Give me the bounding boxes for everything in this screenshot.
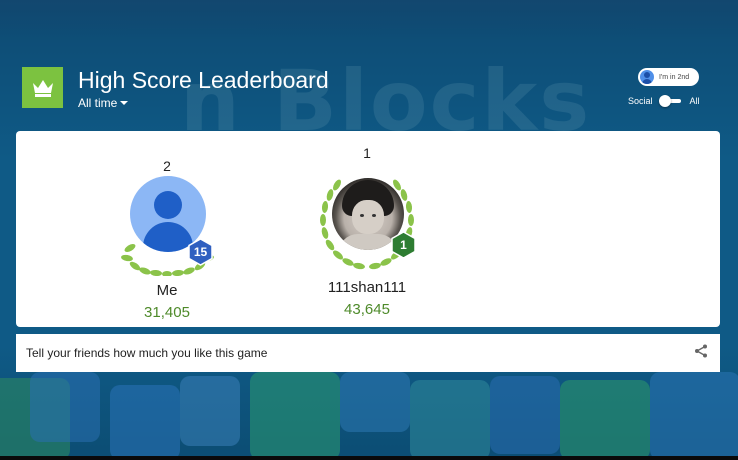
player-score: 31,405	[144, 304, 190, 321]
caret-down-icon	[120, 101, 129, 105]
leaderboard-header: High Score Leaderboard All time	[22, 67, 329, 110]
background-block	[410, 380, 490, 460]
crown-icon	[22, 67, 63, 108]
background-block	[650, 372, 738, 460]
background-block	[340, 372, 410, 432]
time-filter-label: All time	[78, 96, 118, 110]
leaderboard-entry[interactable]: 1 1 111shan111 43,645	[317, 145, 417, 318]
background-block	[250, 372, 340, 460]
background-block	[180, 376, 240, 446]
wreath: 1	[317, 173, 417, 273]
player-score: 43,645	[344, 301, 390, 318]
toggle-label-all: All	[689, 96, 700, 106]
wreath: 15	[117, 176, 217, 276]
level-value: 15	[193, 245, 208, 259]
leaderboard-entry[interactable]: 2 15 Me 31,405	[117, 158, 217, 321]
level-badge: 15	[188, 238, 213, 266]
player-name: 111shan111	[327, 279, 407, 296]
background-top-strip	[0, 0, 738, 40]
social-all-toggle[interactable]	[658, 95, 681, 107]
background-block	[30, 372, 100, 442]
rank-number: 1	[363, 145, 371, 161]
level-value: 1	[400, 238, 407, 252]
background-block	[490, 376, 560, 454]
my-rank-label: I'm in 2nd	[659, 73, 690, 81]
toggle-label-social: Social	[628, 96, 653, 106]
level-badge: 1	[391, 231, 416, 259]
my-rank-pill[interactable]: I'm in 2nd	[638, 68, 699, 86]
page-title: High Score Leaderboard	[78, 67, 329, 93]
share-prompt: Tell your friends how much you like this…	[26, 346, 268, 360]
screen-bottom-edge	[0, 456, 738, 460]
share-bar[interactable]: Tell your friends how much you like this…	[16, 334, 720, 372]
rank-number: 2	[163, 158, 171, 174]
time-filter-dropdown[interactable]: All time	[78, 96, 329, 110]
toggle-thumb[interactable]	[658, 95, 671, 107]
share-icon[interactable]	[694, 344, 708, 363]
social-all-toggle-row: Social All	[628, 95, 700, 107]
avatar-icon	[640, 70, 654, 84]
background-block	[560, 380, 650, 460]
background-block	[110, 385, 180, 460]
player-name: Me	[156, 282, 178, 299]
leaderboard-card: 2 15 Me 31,405 1 1 111shan111 43,645	[16, 131, 720, 327]
